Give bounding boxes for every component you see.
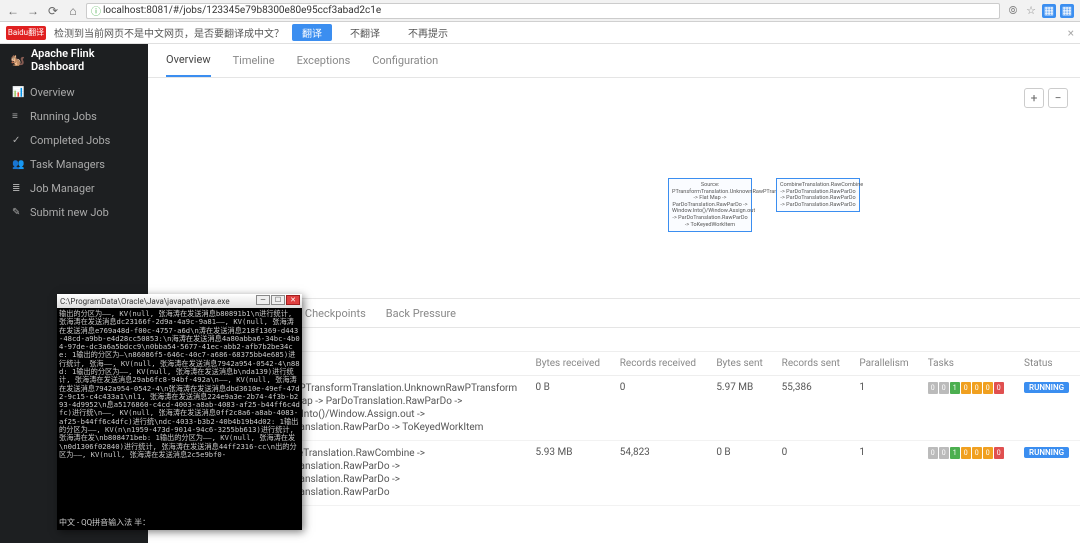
back-icon[interactable]: ←	[6, 4, 20, 18]
col-header: Status	[1016, 352, 1080, 376]
extension-icon-1[interactable]: ▦	[1042, 4, 1056, 18]
task-count-badge: 0	[972, 447, 982, 459]
zoom-out-button[interactable]: −	[1048, 88, 1068, 108]
star-icon[interactable]: ☆	[1024, 4, 1038, 18]
task-count-badge: 0	[983, 382, 993, 394]
task-count-badge: 0	[961, 382, 971, 394]
col-header: Records sent	[774, 352, 852, 376]
close-icon[interactable]: ×	[1068, 26, 1074, 40]
nav-icon: ✓	[12, 135, 24, 146]
graph-node-combine[interactable]: CombineTranslation.RawCombine -> ParDoTr…	[776, 178, 860, 212]
address-bar[interactable]: ⓘ localhost:8081/#/jobs/123345e79b8300e8…	[86, 3, 1000, 19]
nav-icon: 📊	[12, 87, 24, 98]
col-header: Tasks	[920, 352, 1016, 376]
subtab-checkpoints[interactable]: Checkpoints	[305, 307, 366, 320]
translate-prompt-text: 检测到当前网页不是中文网页，是否要翻译成中文？	[54, 25, 284, 40]
task-count-badge: 0	[928, 382, 938, 394]
status-badge: RUNNING	[1024, 382, 1069, 393]
console-output: 输出的分区为——, KV(null, 张海涛在发送消息b80891b1\n进行统…	[59, 310, 300, 459]
nav-icon: ≣	[12, 183, 24, 194]
nav-icon: ✎	[12, 207, 24, 218]
console-title-text: C:\ProgramData\Oracle\Java\javapath\java…	[60, 297, 230, 306]
task-count-badge: 0	[928, 447, 938, 459]
ime-status: 中文 - QQ拼音输入法 半：	[59, 517, 150, 528]
tab-configuration[interactable]: Configuration	[372, 45, 438, 76]
task-count-badge: 0	[994, 382, 1004, 394]
sidebar-item-running-jobs[interactable]: ≡ Running Jobs	[0, 104, 148, 128]
baidu-logo: Baidu翻译	[6, 26, 46, 40]
col-header: Records received	[612, 352, 709, 376]
console-body[interactable]: 输出的分区为——, KV(null, 张海涛在发送消息b80891b1\n进行统…	[57, 308, 302, 530]
never-prompt-button[interactable]: 不再提示	[398, 24, 458, 41]
nav-label: Job Manager	[30, 182, 95, 195]
tab-exceptions[interactable]: Exceptions	[297, 45, 351, 76]
forward-icon[interactable]: →	[26, 4, 40, 18]
tab-timeline[interactable]: Timeline	[233, 45, 275, 76]
nav-label: Overview	[30, 86, 75, 99]
nav-label: Running Jobs	[30, 110, 97, 123]
subtab-back-pressure[interactable]: Back Pressure	[386, 307, 456, 320]
nav-icon: ≡	[12, 111, 24, 122]
tab-overview[interactable]: Overview	[166, 44, 211, 77]
task-count-badge: 0	[983, 447, 993, 459]
brand: 🐿️ Apache Flink Dashboard	[0, 44, 148, 76]
translate-button[interactable]: 翻译	[292, 24, 332, 41]
status-badge: RUNNING	[1024, 447, 1069, 458]
task-count-badge: 0	[939, 382, 949, 394]
url-text: localhost:8081/#/jobs/123345e79b8300e80e…	[103, 5, 381, 16]
no-translate-button[interactable]: 不翻译	[340, 24, 390, 41]
extension-icon-2[interactable]: ▦	[1060, 4, 1074, 18]
col-header: Bytes sent	[708, 352, 773, 376]
minimize-icon[interactable]: —	[256, 295, 270, 305]
flink-logo-icon: 🐿️	[10, 53, 25, 67]
nav-icon: 👥	[12, 159, 24, 170]
sidebar-item-submit-new-job[interactable]: ✎ Submit new Job	[0, 200, 148, 224]
task-count-badge: 1	[950, 447, 960, 459]
brand-title: Apache Flink Dashboard	[31, 47, 138, 73]
zoom-in-button[interactable]: +	[1024, 88, 1044, 108]
home-icon[interactable]: ⌂	[66, 4, 80, 18]
java-console-window[interactable]: C:\ProgramData\Oracle\Java\javapath\java…	[57, 294, 302, 530]
nav-label: Task Managers	[30, 158, 105, 171]
info-icon: ⓘ	[91, 3, 101, 18]
translate-prompt-bar: Baidu翻译 检测到当前网页不是中文网页，是否要翻译成中文？ 翻译 不翻译 不…	[0, 22, 1080, 44]
task-count-badge: 0	[961, 447, 971, 459]
col-header: Parallelism	[851, 352, 919, 376]
task-count-badge: 0	[972, 382, 982, 394]
job-graph[interactable]: + − Source: PTransformTranslation.Unknow…	[148, 78, 1080, 298]
graph-node-source[interactable]: Source: PTransformTranslation.UnknownRaw…	[668, 178, 752, 232]
console-titlebar[interactable]: C:\ProgramData\Oracle\Java\javapath\java…	[57, 294, 302, 308]
maximize-icon[interactable]: ☐	[271, 295, 285, 305]
task-count-badge: 0	[939, 447, 949, 459]
reload-icon[interactable]: ⟳	[46, 4, 60, 18]
task-count-badge: 0	[994, 447, 1004, 459]
sidebar-item-overview[interactable]: 📊 Overview	[0, 80, 148, 104]
nav-label: Submit new Job	[30, 206, 109, 219]
job-tabs: Overview Timeline Exceptions Configuration	[148, 44, 1080, 78]
translate-icon[interactable]: ⦾	[1006, 4, 1020, 18]
sidebar-item-job-manager[interactable]: ≣ Job Manager	[0, 176, 148, 200]
task-count-badge: 1	[950, 382, 960, 394]
browser-toolbar: ← → ⟳ ⌂ ⓘ localhost:8081/#/jobs/123345e7…	[0, 0, 1080, 22]
nav-label: Completed Jobs	[30, 134, 110, 147]
sidebar-item-task-managers[interactable]: 👥 Task Managers	[0, 152, 148, 176]
col-header: Bytes received	[528, 352, 612, 376]
close-window-icon[interactable]: ✕	[286, 295, 300, 305]
sidebar-item-completed-jobs[interactable]: ✓ Completed Jobs	[0, 128, 148, 152]
